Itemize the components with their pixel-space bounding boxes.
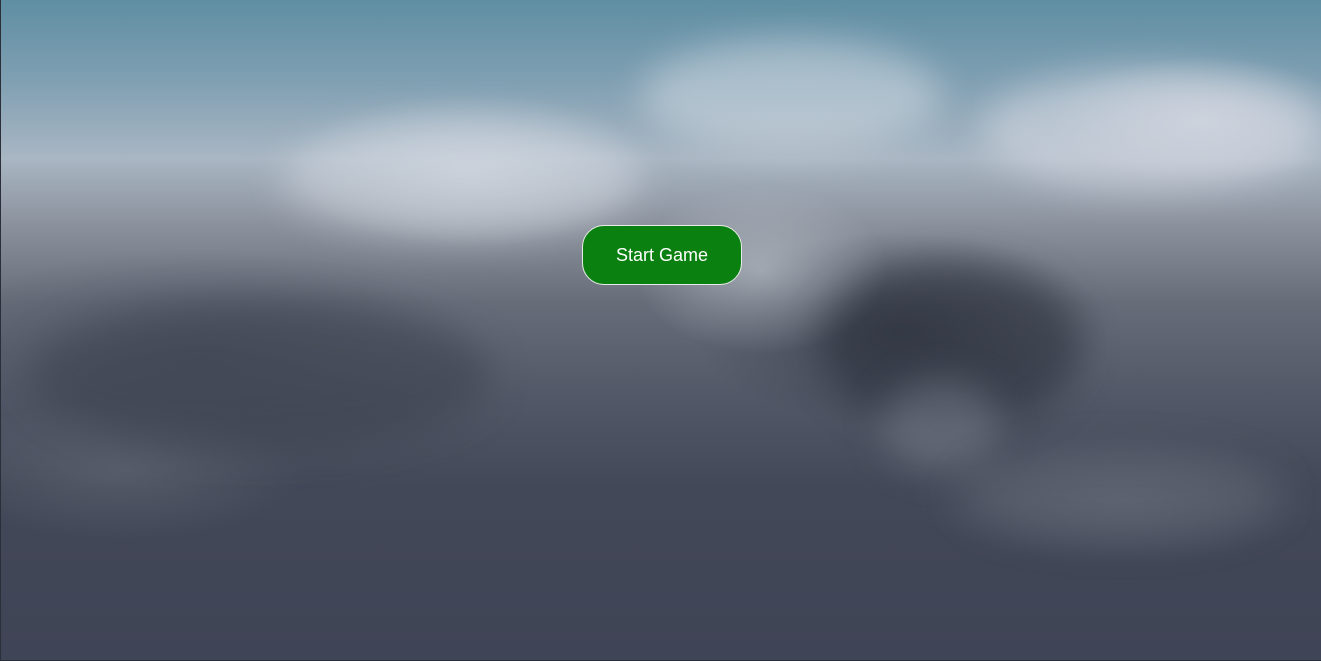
cloudy-sky-background: Start Game	[0, 0, 1321, 661]
start-game-button[interactable]: Start Game	[582, 225, 742, 285]
cloud	[881, 380, 1001, 470]
dark-cloud	[821, 260, 1081, 430]
cloud	[281, 120, 641, 240]
dark-cloud	[31, 300, 491, 450]
cloud	[641, 40, 941, 150]
cloud	[961, 450, 1281, 540]
cloud	[981, 70, 1321, 190]
